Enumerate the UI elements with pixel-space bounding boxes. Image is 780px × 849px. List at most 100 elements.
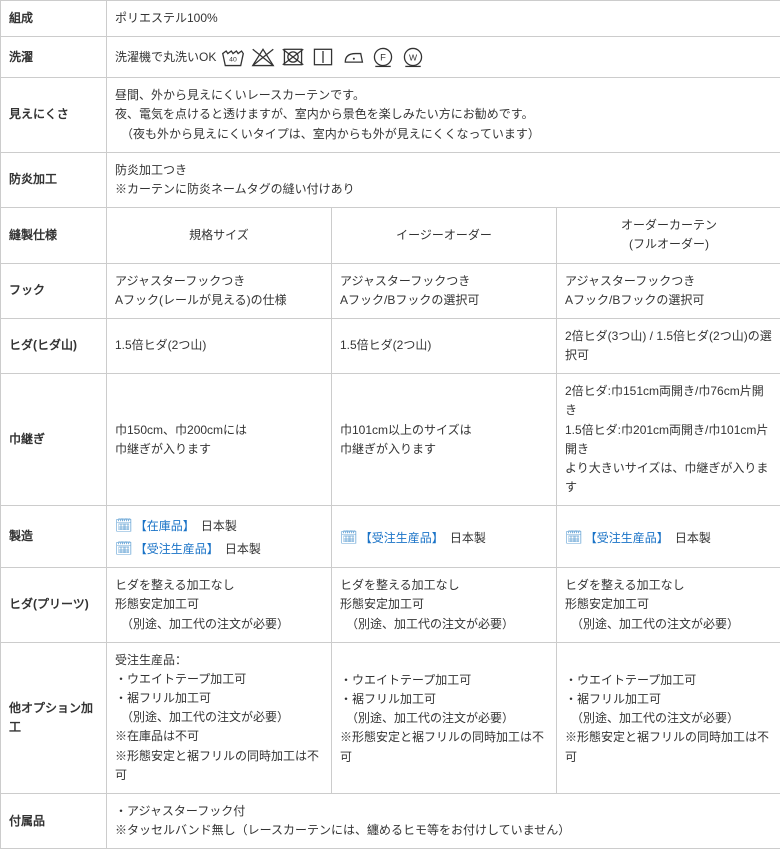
text: ヒダを整える加工なし <box>565 576 773 595</box>
text: 巾継ぎが入ります <box>340 440 548 459</box>
iron-low-icon <box>340 45 366 69</box>
dryclean-f-icon: F <box>370 45 396 69</box>
calendar-icon: 🗓 <box>340 529 358 545</box>
cell: 🗓【受注生産品】 日本製 <box>332 506 557 568</box>
text: ・アジャスターフック付 <box>115 802 773 821</box>
text: ・ウエイトテープ加工可 <box>340 671 548 690</box>
cell: ヒダを整える加工なし 形態安定加工可 （別途、加工代の注文が必要） <box>107 568 332 643</box>
cell: 🗓【在庫品】 日本製 🗓【受注生産品】 日本製 <box>107 506 332 568</box>
cell: 1.5倍ヒダ(2つ山) <box>332 318 557 373</box>
text: オーダーカーテン <box>565 216 773 235</box>
svg-text:W: W <box>409 53 418 63</box>
text: 防炎加工つき <box>115 161 773 180</box>
text: （別途、加工代の注文が必要） <box>565 709 773 728</box>
text: ヒダを整える加工なし <box>340 576 548 595</box>
col-full: オーダーカーテン (フルオーダー) <box>557 208 780 263</box>
text: 巾150cm、巾200cmには <box>115 421 323 440</box>
value-composition: ポリエステル100% <box>107 1 780 37</box>
cell: ヒダを整える加工なし 形態安定加工可 （別途、加工代の注文が必要） <box>332 568 557 643</box>
row-seam: 巾継ぎ 巾150cm、巾200cmには 巾継ぎが入ります 巾101cm以上のサイ… <box>1 374 780 506</box>
jp: 日本製 <box>201 519 237 533</box>
no-bleach-icon <box>250 45 276 69</box>
stock-line: 🗓【在庫品】 日本製 <box>115 514 323 536</box>
text: 巾継ぎが入ります <box>115 440 323 459</box>
row-pleat-finish: ヒダ(プリーツ) ヒダを整える加工なし 形態安定加工可 （別途、加工代の注文が必… <box>1 568 780 643</box>
label-seam: 巾継ぎ <box>1 374 107 506</box>
text: ※形態安定と裾フリルの同時加工は不可 <box>340 728 548 766</box>
label-wash: 洗濯 <box>1 37 107 78</box>
label-pleat: ヒダ(ヒダ山) <box>1 318 107 373</box>
cell: ・ウエイトテープ加工可 ・裾フリル加工可 （別途、加工代の注文が必要） ※形態安… <box>557 642 780 793</box>
cell: アジャスターフックつき Aフック(レールが見える)の仕様 <box>107 263 332 318</box>
calendar-icon: 🗓 <box>115 540 133 556</box>
text: ・裾フリル加工可 <box>340 690 548 709</box>
text: Aフック/Bフックの選択可 <box>565 291 773 310</box>
text: 昼間、外から見えにくいレースカーテンです。 <box>115 86 773 105</box>
badge-order: 【受注生産品】 <box>585 531 663 545</box>
text: （別途、加工代の注文が必要） <box>115 615 323 634</box>
label-options: 他オプション加工 <box>1 642 107 793</box>
text: 夜、電気を点けると透けますが、室内から景色を楽しみたい方にお勧めです。 <box>115 105 773 124</box>
text: 2倍ヒダ:巾151cm両開き/巾76cm片開き <box>565 382 773 420</box>
label-visibility: 見えにくさ <box>1 78 107 153</box>
svg-text:F: F <box>380 52 386 63</box>
text: 形態安定加工可 <box>340 595 548 614</box>
text: （別途、加工代の注文が必要） <box>565 615 773 634</box>
cell: アジャスターフックつき Aフック/Bフックの選択可 <box>557 263 780 318</box>
label-spec: 縫製仕様 <box>1 208 107 263</box>
badge-order: 【受注生産品】 <box>360 531 438 545</box>
text: 形態安定加工可 <box>115 595 323 614</box>
text: ・裾フリル加工可 <box>565 690 773 709</box>
jp: 日本製 <box>450 531 486 545</box>
wetclean-w-icon: W <box>400 45 426 69</box>
badge-order: 【受注生産品】 <box>135 542 213 556</box>
text: (フルオーダー) <box>565 235 773 254</box>
row-visibility: 見えにくさ 昼間、外から見えにくいレースカーテンです。 夜、電気を点けると透けま… <box>1 78 780 153</box>
cell: 1.5倍ヒダ(2つ山) <box>107 318 332 373</box>
text: 受注生産品： <box>115 651 323 670</box>
order-line: 🗓【受注生産品】 日本製 <box>115 537 323 559</box>
jp: 日本製 <box>675 531 711 545</box>
value-visibility: 昼間、外から見えにくいレースカーテンです。 夜、電気を点けると透けますが、室内か… <box>107 78 780 153</box>
cell: 巾101cm以上のサイズは 巾継ぎが入ります <box>332 374 557 506</box>
label-composition: 組成 <box>1 1 107 37</box>
cell: ・ウエイトテープ加工可 ・裾フリル加工可 （別途、加工代の注文が必要） ※形態安… <box>332 642 557 793</box>
text: より大きいサイズは、巾継ぎが入ります <box>565 459 773 497</box>
label-manufacture: 製造 <box>1 506 107 568</box>
row-composition: 組成 ポリエステル100% <box>1 1 780 37</box>
value-wash: 洗濯機で丸洗いOK 40 F W <box>107 37 780 78</box>
label-included: 付属品 <box>1 794 107 849</box>
text: アジャスターフックつき <box>340 272 548 291</box>
col-easy: イージーオーダー <box>332 208 557 263</box>
text: （別途、加工代の注文が必要） <box>340 615 548 634</box>
badge-stock: 【在庫品】 <box>135 519 189 533</box>
row-fire: 防炎加工 防炎加工つき ※カーテンに防炎ネームタグの縫い付けあり <box>1 152 780 207</box>
cell: 2倍ヒダ(3つ山) / 1.5倍ヒダ(2つ山)の選択可 <box>557 318 780 373</box>
row-wash: 洗濯 洗濯機で丸洗いOK 40 F W <box>1 37 780 78</box>
cell: アジャスターフックつき Aフック/Bフックの選択可 <box>332 263 557 318</box>
dry-hang-icon <box>310 45 336 69</box>
calendar-icon: 🗓 <box>565 529 583 545</box>
calendar-icon: 🗓 <box>115 517 133 533</box>
text: Aフック/Bフックの選択可 <box>340 291 548 310</box>
col-standard: 規格サイズ <box>107 208 332 263</box>
value-included: ・アジャスターフック付 ※タッセルバンド無し（レースカーテンには、纏めるヒモ等を… <box>107 794 780 849</box>
wash-text: 洗濯機で丸洗いOK <box>115 48 216 67</box>
text: 1.5倍ヒダ:巾201cm両開き/巾101cm片開き <box>565 421 773 459</box>
text: アジャスターフックつき <box>115 272 323 291</box>
text: 巾101cm以上のサイズは <box>340 421 548 440</box>
text: 形態安定加工可 <box>565 595 773 614</box>
no-tumble-dry-icon <box>280 45 306 69</box>
cell: 巾150cm、巾200cmには 巾継ぎが入ります <box>107 374 332 506</box>
text: アジャスターフックつき <box>565 272 773 291</box>
text: ※形態安定と裾フリルの同時加工は不可 <box>565 728 773 766</box>
cell: 受注生産品： ・ウエイトテープ加工可 ・裾フリル加工可 （別途、加工代の注文が必… <box>107 642 332 793</box>
cell: ヒダを整える加工なし 形態安定加工可 （別途、加工代の注文が必要） <box>557 568 780 643</box>
text: ※在庫品は不可 <box>115 727 323 746</box>
row-pleat: ヒダ(ヒダ山) 1.5倍ヒダ(2つ山) 1.5倍ヒダ(2つ山) 2倍ヒダ(3つ山… <box>1 318 780 373</box>
cell: 🗓【受注生産品】 日本製 <box>557 506 780 568</box>
wash-40-icon: 40 <box>220 45 246 69</box>
jp: 日本製 <box>225 542 261 556</box>
cell: 2倍ヒダ:巾151cm両開き/巾76cm片開き 1.5倍ヒダ:巾201cm両開き… <box>557 374 780 506</box>
label-hook: フック <box>1 263 107 318</box>
